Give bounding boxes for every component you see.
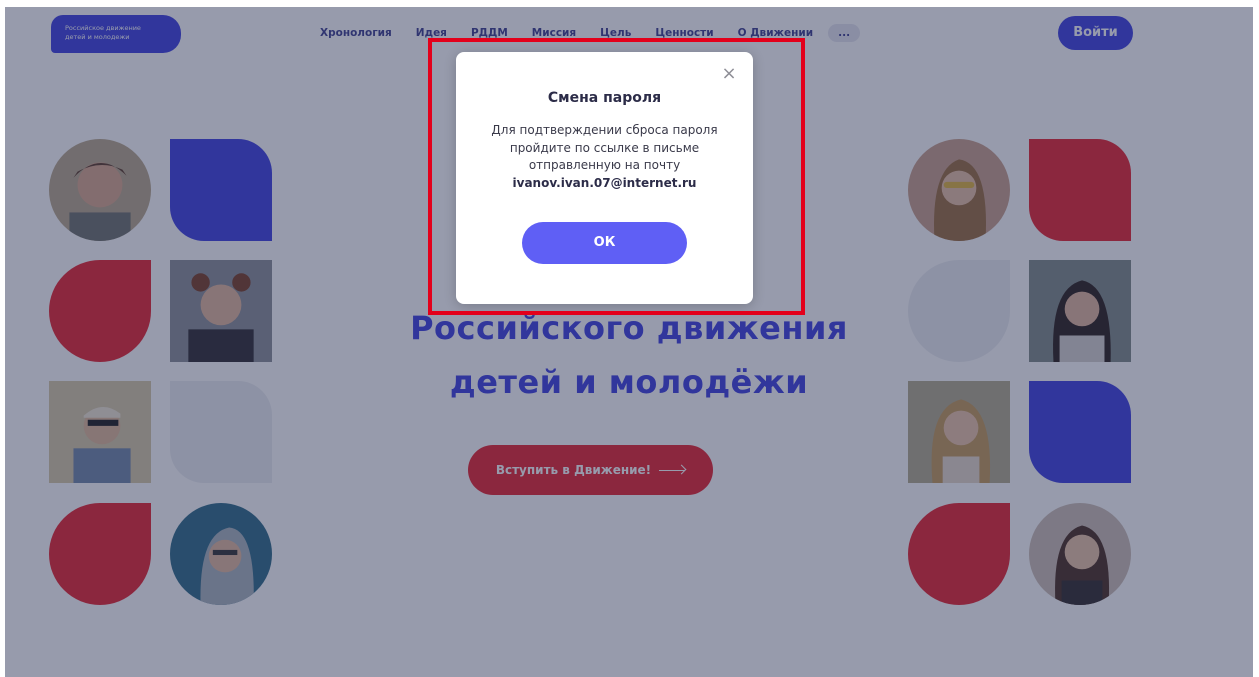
highlight-frame <box>428 38 805 315</box>
